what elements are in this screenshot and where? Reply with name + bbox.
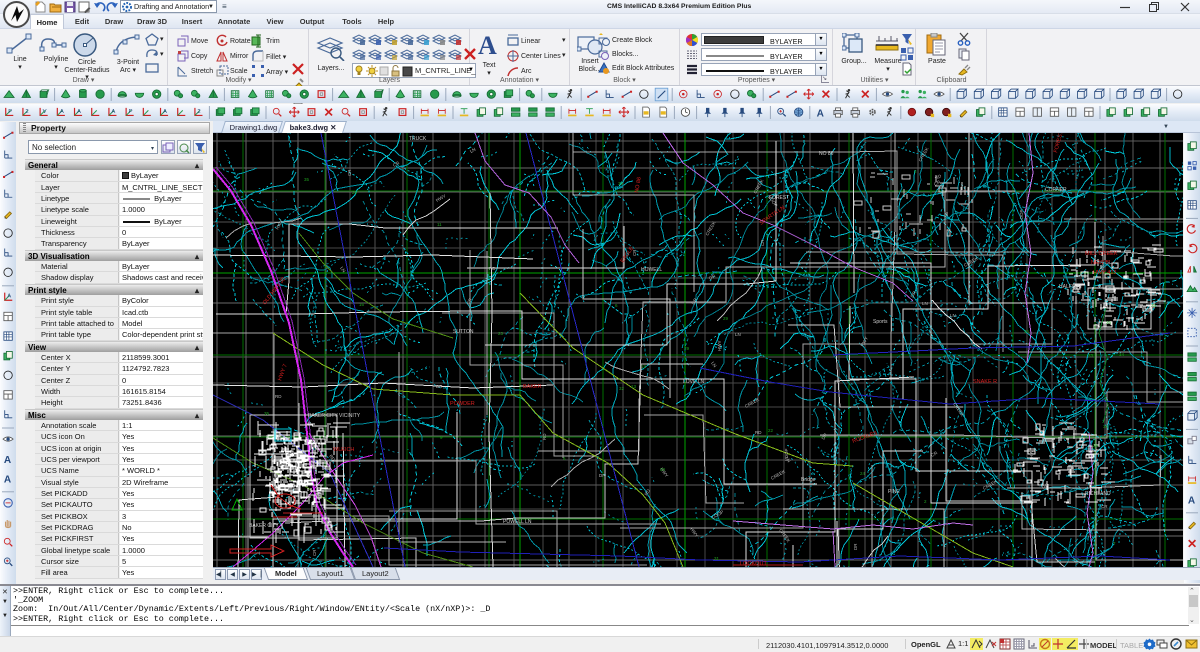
svg-text:P: P <box>129 109 133 115</box>
svg-text:Bridge: Bridge <box>801 477 816 483</box>
svg-text:TRUCK: TRUCK <box>409 136 427 142</box>
svg-text:A: A <box>4 474 12 485</box>
svg-text:V: V <box>43 109 47 115</box>
svg-text:RD: RD <box>755 430 762 435</box>
svg-text:CR: CR <box>312 549 317 556</box>
svg-text:24: 24 <box>860 471 866 476</box>
svg-text:CREEK: CREEK <box>918 147 930 163</box>
svg-text:HWY: HWY <box>1029 448 1034 459</box>
svg-text:HWY: HWY <box>860 336 870 348</box>
svg-text:11: 11 <box>437 222 442 227</box>
svg-text:A: A <box>163 109 167 115</box>
svg-text:HWY 413: HWY 413 <box>1093 270 1116 276</box>
svg-text:LOVE LN: LOVE LN <box>683 379 705 385</box>
svg-text:30: 30 <box>660 467 666 472</box>
svg-text:LOOP: LOOP <box>1019 209 1024 222</box>
svg-text:7: 7 <box>1113 541 1116 546</box>
svg-text:SNAKE R: SNAKE R <box>973 379 997 385</box>
svg-text:LOOP: LOOP <box>784 448 789 461</box>
svg-text:RICHLAND: RICHLAND <box>1085 491 1111 497</box>
svg-text:A: A <box>77 109 81 115</box>
svg-text:RD: RD <box>542 433 547 440</box>
svg-text:2: 2 <box>924 499 927 504</box>
svg-text:PINE: PINE <box>888 489 900 495</box>
svg-text:35: 35 <box>304 177 310 182</box>
svg-text:DR: DR <box>853 543 858 550</box>
svg-text:A: A <box>817 108 825 119</box>
svg-text:LOOP: LOOP <box>711 509 724 520</box>
svg-text:2: 2 <box>197 109 200 115</box>
svg-text:28: 28 <box>352 190 358 195</box>
svg-text:31: 31 <box>714 556 720 561</box>
svg-text:A: A <box>7 294 11 300</box>
svg-text:A: A <box>4 455 12 466</box>
svg-text:MILL CREEK: MILL CREEK <box>1085 251 1118 257</box>
svg-text:LN: LN <box>735 332 741 337</box>
svg-text:22: 22 <box>768 428 774 433</box>
svg-text:CR: CR <box>632 249 637 256</box>
svg-text:WLEICH: WLEICH <box>333 447 354 453</box>
svg-text:HALFWAY: HALFWAY <box>1059 284 1083 290</box>
svg-text:CR: CR <box>760 239 765 246</box>
svg-text:29: 29 <box>723 316 729 321</box>
svg-text:35: 35 <box>1151 303 1157 308</box>
svg-text:A: A <box>111 109 115 115</box>
svg-text:2: 2 <box>25 109 28 115</box>
svg-text:16: 16 <box>359 302 365 307</box>
svg-text:Sports: Sports <box>873 319 888 325</box>
svg-text:26: 26 <box>1106 320 1112 325</box>
svg-text:CORNER: CORNER <box>1045 187 1067 193</box>
svg-text:BAKER CITY VICINITY: BAKER CITY VICINITY <box>308 413 361 419</box>
svg-text:FOREST RD: FOREST RD <box>1053 133 1067 154</box>
svg-text:BAKER CITY: BAKER CITY <box>249 523 279 529</box>
svg-text:3: 3 <box>914 169 917 174</box>
svg-text:19: 19 <box>641 364 647 369</box>
svg-text:23: 23 <box>1088 353 1094 358</box>
svg-text:HWY 7: HWY 7 <box>277 363 289 381</box>
svg-text:DR: DR <box>821 432 829 441</box>
svg-text:RD: RD <box>489 266 496 271</box>
svg-text:DR: DR <box>708 273 717 281</box>
svg-text:RD: RD <box>275 394 282 399</box>
svg-text:35: 35 <box>264 411 270 416</box>
svg-text:34: 34 <box>1103 424 1109 429</box>
svg-text:CREEK: CREEK <box>952 402 965 418</box>
svg-text:23: 23 <box>498 331 504 336</box>
svg-text:POWELL LN: POWELL LN <box>503 519 532 525</box>
svg-text:34: 34 <box>1119 352 1125 357</box>
svg-text:A: A <box>60 109 64 115</box>
svg-text:POWDER: POWDER <box>450 401 475 407</box>
svg-text:26: 26 <box>1093 443 1099 448</box>
svg-text:13: 13 <box>631 384 637 389</box>
svg-text:SPARTA LN: SPARTA LN <box>759 205 787 227</box>
svg-text:RD: RD <box>934 173 943 181</box>
svg-text:BAKER: BAKER <box>523 384 542 390</box>
svg-text:CR: CR <box>347 169 352 176</box>
svg-text:36: 36 <box>618 181 624 186</box>
svg-text:LN: LN <box>922 301 928 306</box>
svg-text:CREEK: CREEK <box>778 528 791 544</box>
svg-text:P: P <box>8 109 12 115</box>
svg-text:6: 6 <box>615 303 618 308</box>
svg-text:SUTTON: SUTTON <box>453 329 474 335</box>
svg-text:NO 86: NO 86 <box>819 151 834 157</box>
svg-text:HOWELL: HOWELL <box>641 267 662 273</box>
svg-text:CR: CR <box>1101 504 1108 509</box>
svg-text:DR: DR <box>436 384 443 389</box>
svg-text:29: 29 <box>684 346 690 351</box>
svg-text:CREEK: CREEK <box>705 221 717 237</box>
svg-text:NEW BL: NEW BL <box>1091 260 1112 266</box>
svg-text:HWY: HWY <box>717 341 722 352</box>
svg-text:A: A <box>1188 495 1196 506</box>
svg-text:32: 32 <box>619 386 625 391</box>
svg-text:LN: LN <box>710 361 717 369</box>
svg-text:CR: CR <box>466 297 474 306</box>
svg-text:DR: DR <box>910 290 918 299</box>
svg-text:LN: LN <box>339 266 346 274</box>
svg-text:36: 36 <box>1024 329 1030 334</box>
svg-text:HWY: HWY <box>435 193 447 203</box>
svg-text:DR: DR <box>599 473 606 478</box>
svg-text:LN: LN <box>950 313 956 318</box>
